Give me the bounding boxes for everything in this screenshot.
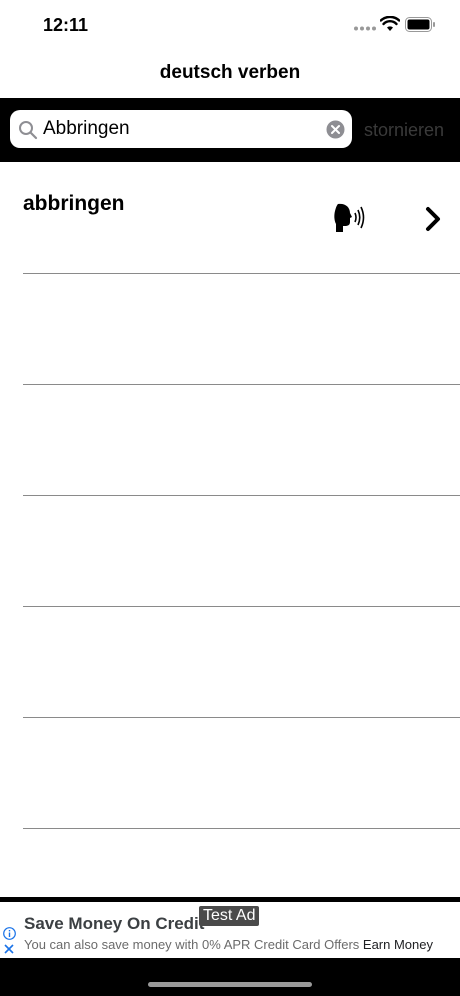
chevron-right-icon[interactable] <box>424 206 442 232</box>
verb-label: abbringen <box>23 192 125 215</box>
search-input-value: Abbringen <box>43 118 130 139</box>
status-bar: 12:11 <box>0 0 460 52</box>
home-indicator[interactable] <box>148 982 312 987</box>
cancel-button[interactable]: stornieren <box>364 120 444 141</box>
battery-icon <box>405 17 435 32</box>
info-icon[interactable] <box>3 927 16 940</box>
ad-cta-link[interactable]: Earn Money <box>363 937 433 952</box>
search-bar: Abbringen stornieren <box>0 98 460 162</box>
cellular-signal-icon <box>354 26 376 31</box>
ad-badge: Test Ad <box>199 906 260 926</box>
close-icon[interactable] <box>3 943 15 955</box>
row-divider <box>23 828 460 829</box>
page-title: deutsch verben <box>159 62 301 83</box>
speaker-icon[interactable] <box>334 202 366 234</box>
wifi-icon <box>380 16 400 31</box>
row-divider <box>23 495 460 496</box>
ad-headline[interactable]: Save Money On Credit <box>24 914 204 934</box>
search-input[interactable]: Abbringen <box>10 110 352 148</box>
ad-banner[interactable]: Save Money On Credit Test Ad You can als… <box>0 897 460 963</box>
status-time: 12:11 <box>43 15 89 35</box>
ad-body: You can also save money with 0% APR Cred… <box>24 937 433 952</box>
result-row[interactable]: abbringen <box>0 162 460 273</box>
row-divider <box>23 606 460 607</box>
ad-body-text: You can also save money with 0% APR Cred… <box>24 937 360 952</box>
row-divider <box>23 273 460 274</box>
clear-icon[interactable] <box>326 120 345 139</box>
search-icon <box>19 121 38 140</box>
home-indicator-area <box>0 958 460 996</box>
row-divider <box>23 717 460 718</box>
row-divider <box>23 384 460 385</box>
